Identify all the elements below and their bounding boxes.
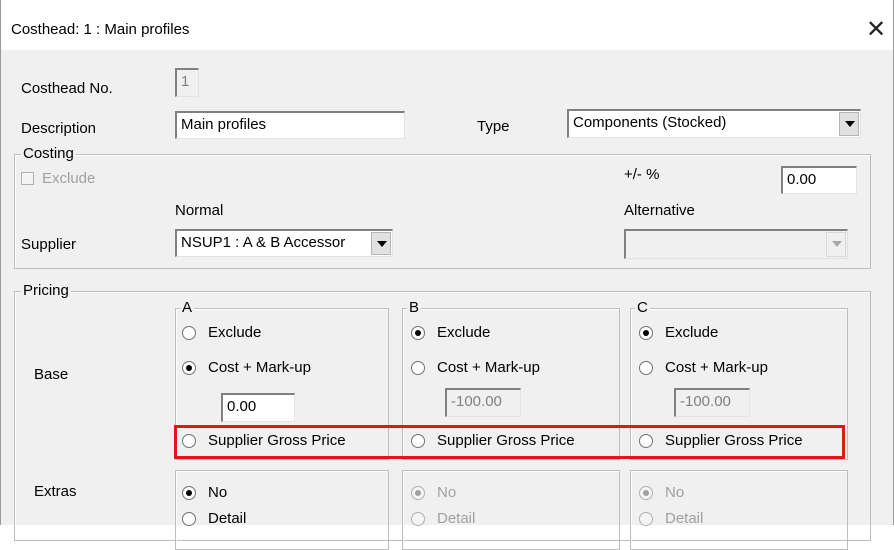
base-label: Base — [34, 366, 69, 383]
b-cost-markup-radio[interactable] — [411, 361, 425, 375]
supplier-selected-value: NSUP1 : A & B Accessor — [181, 234, 346, 251]
b-extras-detail-radio[interactable] — [411, 512, 425, 526]
c-extras-detail-label: Detail — [665, 510, 704, 527]
type-selected-value: Components (Stocked) — [573, 114, 727, 131]
costhead-no-field: 1 — [175, 68, 199, 97]
c-markup-input: -100.00 — [674, 388, 750, 417]
c-cost-markup-radio[interactable] — [639, 361, 653, 375]
a-markup-input[interactable]: 0.00 — [221, 393, 295, 422]
exclude-checkbox[interactable] — [21, 172, 34, 185]
chevron-down-icon[interactable] — [826, 232, 846, 257]
description-input[interactable]: Main profiles — [175, 111, 405, 139]
column-c-legend: C — [635, 299, 650, 316]
extras-label: Extras — [34, 483, 77, 500]
exclude-checkbox-label: Exclude — [42, 170, 96, 187]
b-extras-no-label: No — [437, 484, 457, 501]
plus-minus-input[interactable]: 0.00 — [781, 166, 857, 194]
c-extras-no-label: No — [665, 484, 685, 501]
plus-minus-label: +/- % — [624, 166, 660, 183]
description-label: Description — [21, 120, 97, 137]
b-extras-detail-label: Detail — [437, 510, 476, 527]
a-exclude-label: Exclude — [208, 324, 262, 341]
pricing-legend: Pricing — [21, 282, 71, 299]
a-exclude-radio[interactable] — [182, 326, 196, 340]
b-markup-input: -100.00 — [445, 388, 521, 417]
a-extras-no-label: No — [208, 484, 228, 501]
close-icon[interactable]: ✕ — [859, 16, 893, 44]
column-b-legend: B — [407, 299, 422, 316]
b-exclude-label: Exclude — [437, 324, 491, 341]
highlight-box — [174, 425, 845, 459]
extras-column-c — [630, 470, 848, 550]
window-title: Costhead: 1 : Main profiles — [11, 21, 190, 38]
b-cost-markup-label: Cost + Mark-up — [437, 359, 540, 376]
c-extras-no-radio[interactable] — [639, 486, 653, 500]
c-cost-markup-label: Cost + Mark-up — [665, 359, 768, 376]
b-exclude-radio[interactable] — [411, 326, 425, 340]
title-bar: Costhead: 1 : Main profiles ✕ — [1, 0, 893, 50]
c-exclude-label: Exclude — [665, 324, 719, 341]
chevron-down-icon[interactable] — [839, 112, 859, 136]
costhead-no-label: Costhead No. — [21, 80, 113, 97]
c-extras-detail-radio[interactable] — [639, 512, 653, 526]
chevron-down-icon[interactable] — [371, 232, 391, 255]
c-exclude-radio[interactable] — [639, 326, 653, 340]
a-cost-markup-label: Cost + Mark-up — [208, 359, 311, 376]
supplier-dropdown[interactable]: NSUP1 : A & B Accessor — [175, 229, 393, 257]
costhead-dialog: Costhead: 1 : Main profiles ✕ Costhead N… — [0, 0, 894, 550]
type-dropdown[interactable]: Components (Stocked) — [567, 109, 861, 138]
b-extras-no-radio[interactable] — [411, 486, 425, 500]
a-extras-detail-radio[interactable] — [182, 512, 196, 526]
a-extras-detail-label: Detail — [208, 510, 247, 527]
costing-legend: Costing — [21, 145, 76, 162]
supplier-label: Supplier — [21, 236, 77, 253]
column-a-legend: A — [180, 299, 195, 316]
type-label: Type — [477, 118, 510, 135]
a-cost-markup-radio[interactable] — [182, 361, 196, 375]
normal-label: Normal — [175, 202, 224, 219]
a-extras-no-radio[interactable] — [182, 486, 196, 500]
extras-column-b — [402, 470, 620, 550]
alternative-supplier-dropdown[interactable] — [624, 229, 848, 259]
alternative-label: Alternative — [624, 202, 695, 219]
